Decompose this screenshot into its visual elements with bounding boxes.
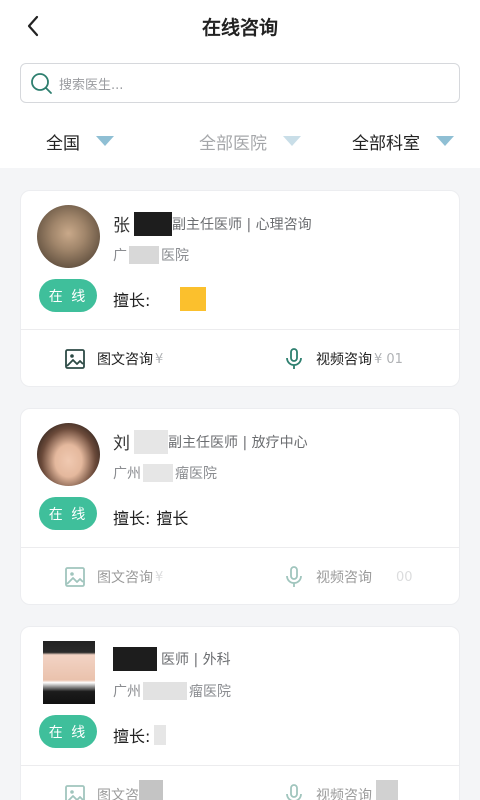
hospital-suffix: 瘤医院 — [175, 466, 217, 482]
filter-department-label: 全部科室 — [352, 133, 420, 154]
hospital-suffix: 医院 — [161, 248, 189, 264]
action-label: 图文咨询 — [97, 570, 153, 586]
doctor-name: 刘 — [113, 434, 130, 454]
hospital-suffix: 瘤医院 — [189, 684, 231, 700]
price-text: ¥ — [155, 569, 164, 585]
redacted-block — [134, 211, 172, 236]
doctor-avatar — [43, 641, 95, 704]
redacted-block — [376, 780, 398, 800]
app-header: 在线咨询 — [0, 0, 480, 52]
skill-label: 擅长: — [113, 291, 151, 310]
doctor-hospital: 广州 瘤医院 — [113, 681, 231, 701]
redacted-block — [180, 287, 207, 311]
caret-down-icon — [283, 136, 301, 146]
hospital-prefix: 广州 — [113, 466, 141, 482]
caret-down-icon — [96, 136, 114, 146]
doctor-name-title: 医师 | 外科 — [113, 647, 231, 671]
doctor-avatar — [37, 423, 100, 486]
video-consult-button[interactable]: 视频咨询 ¥ 01 — [240, 347, 459, 371]
price-text: ¥ — [155, 351, 164, 367]
consult-actions: 图文咨 视频咨询 — [21, 766, 459, 800]
page-title: 在线咨询 — [201, 16, 278, 39]
filter-hospital-label: 全部医院 — [199, 133, 267, 154]
microphone-icon — [286, 348, 302, 369]
consult-actions: 图文咨询 ¥ 视频咨询 ¥ 01 — [21, 330, 459, 386]
hospital-prefix: 广 — [113, 248, 127, 264]
action-label: 视频咨询 — [316, 570, 372, 586]
video-consult-button[interactable]: 视频咨询 — [240, 780, 459, 800]
doctor-card[interactable]: 刘 副主任医师 | 放疗中心 广州 瘤医院 在 线 擅长: 擅长 图文咨询 ¥ … — [20, 408, 460, 605]
doctor-hospital: 广 医院 — [113, 245, 189, 265]
search-placeholder: 搜索医生... — [59, 77, 124, 93]
filter-bar: 全国 全部医院 全部科室 — [0, 112, 480, 168]
search-icon — [31, 73, 52, 94]
redacted-block — [143, 464, 173, 482]
action-label: 视频咨询 — [316, 352, 372, 368]
image-text-consult-button[interactable]: 图文咨询 ¥ — [21, 565, 240, 589]
doctor-name-title: 刘 副主任医师 | 放疗中心 — [113, 429, 308, 454]
doctor-title-dept: 医师 | 外科 — [161, 652, 231, 668]
action-label: 视频咨询 — [316, 788, 372, 800]
caret-down-icon — [436, 136, 454, 146]
consult-actions: 图文咨询 ¥ 视频咨询 00 — [21, 548, 459, 604]
skill-value: 擅长 — [156, 509, 189, 528]
redacted-block — [134, 429, 168, 454]
image-icon — [65, 567, 85, 587]
search-section: 搜索医生... — [0, 52, 480, 112]
skill-label: 擅长: — [113, 727, 151, 746]
redacted-block — [113, 647, 157, 671]
doctor-skill: 擅长: 擅长 — [113, 505, 188, 529]
action-label: 图文咨询 — [97, 352, 153, 368]
skill-label: 擅长: — [113, 509, 151, 528]
online-status-badge: 在 线 — [39, 497, 97, 530]
filter-region-label: 全国 — [46, 133, 80, 154]
image-text-consult-button[interactable]: 图文咨询 ¥ — [21, 347, 240, 371]
image-icon — [65, 785, 85, 800]
doctor-name-title: 张 副主任医师 | 心理咨询 — [113, 211, 312, 236]
filter-hospital[interactable]: 全部医院 — [182, 129, 318, 154]
filter-region[interactable]: 全国 — [0, 129, 182, 154]
online-status-badge: 在 线 — [39, 279, 97, 312]
doctor-skill: 擅长: — [113, 287, 207, 311]
action-label: 图文咨 — [97, 788, 139, 800]
doctor-name: 张 — [113, 216, 130, 236]
back-arrow-icon[interactable] — [22, 14, 46, 38]
doctor-card[interactable]: 医师 | 外科 广州 瘤医院 在 线 擅长: 图文咨 视频咨询 — [20, 626, 460, 800]
price-text: 00 — [396, 569, 413, 585]
doctor-title-dept: 副主任医师 | 心理咨询 — [172, 216, 312, 233]
redacted-block — [129, 246, 159, 264]
doctor-list: 张 副主任医师 | 心理咨询 广 医院 在 线 擅长: 图文咨询 ¥ 视频咨询 … — [0, 168, 480, 800]
doctor-title-dept: 副主任医师 | 放疗中心 — [168, 434, 308, 451]
redacted-block — [154, 725, 167, 745]
doctor-avatar — [37, 205, 100, 268]
doctor-card[interactable]: 张 副主任医师 | 心理咨询 广 医院 在 线 擅长: 图文咨询 ¥ 视频咨询 … — [20, 190, 460, 387]
microphone-icon — [286, 784, 302, 800]
redacted-block — [143, 682, 187, 700]
hospital-prefix: 广州 — [113, 684, 141, 700]
filter-department[interactable]: 全部科室 — [318, 129, 480, 154]
search-input[interactable]: 搜索医生... — [20, 63, 460, 103]
video-consult-button[interactable]: 视频咨询 00 — [240, 565, 459, 589]
redacted-block — [139, 780, 163, 800]
doctor-skill: 擅长: — [113, 723, 167, 747]
image-text-consult-button[interactable]: 图文咨 — [21, 780, 240, 800]
online-status-badge: 在 线 — [39, 715, 97, 748]
doctor-hospital: 广州 瘤医院 — [113, 463, 217, 483]
microphone-icon — [286, 566, 302, 587]
price-text: ¥ 01 — [374, 351, 403, 367]
image-icon — [65, 349, 85, 369]
